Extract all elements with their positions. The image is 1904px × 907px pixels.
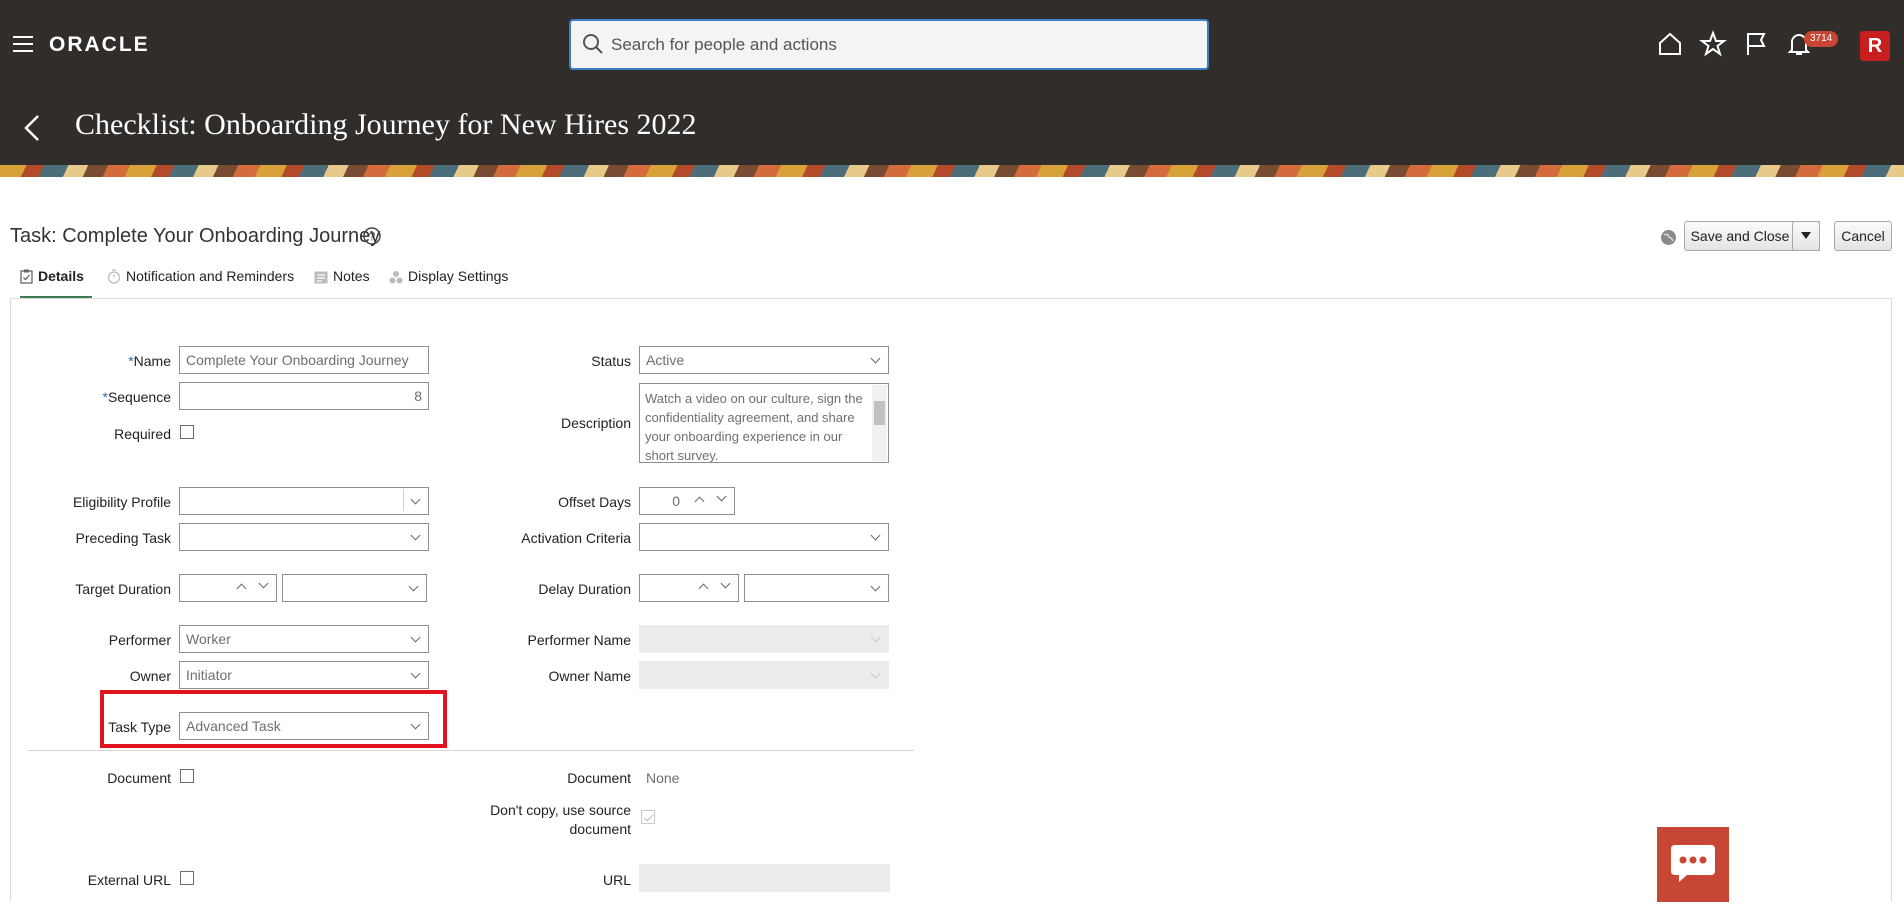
dont-copy-label-line2: document <box>569 821 631 837</box>
tab-display-settings[interactable]: Display Settings <box>389 268 508 296</box>
increment-icon[interactable] <box>236 583 247 594</box>
dont-copy-label: Don't copy, use source document <box>490 801 631 839</box>
delay-duration-unit-select[interactable] <box>744 574 889 602</box>
sequence-label-text: Sequence <box>107 389 171 405</box>
owner-label: Owner <box>129 668 171 684</box>
increment-icon[interactable] <box>698 583 709 594</box>
preceding-task-label: Preceding Task <box>75 530 171 546</box>
description-scrollbar[interactable] <box>872 385 887 461</box>
delay-duration-stepper[interactable] <box>690 575 738 601</box>
sequence-input[interactable]: 8 <box>179 382 429 410</box>
status-label: Status <box>591 353 631 369</box>
performer-select[interactable]: Worker <box>179 625 429 653</box>
chat-assistant-button[interactable] <box>1657 827 1729 902</box>
clipboard-icon <box>20 269 33 284</box>
search-input[interactable] <box>609 29 1193 61</box>
name-label: *Name <box>128 353 171 369</box>
document-label: Document <box>567 770 631 786</box>
shapes-icon <box>389 271 403 284</box>
owner-name-select <box>639 661 889 689</box>
globe-icon[interactable] <box>1660 229 1677 246</box>
name-input[interactable]: Complete Your Onboarding Journey <box>179 346 429 374</box>
tab-notes-label: Notes <box>333 268 370 284</box>
tab-details-label: Details <box>38 268 84 284</box>
tab-details[interactable]: Details <box>20 268 92 299</box>
offset-days-label: Offset Days <box>558 494 631 510</box>
favorites-star-icon[interactable] <box>1699 30 1727 58</box>
eligibility-profile-label: Eligibility Profile <box>72 494 171 510</box>
select-divider <box>403 489 404 511</box>
oracle-logo[interactable]: ORACLE <box>49 33 150 57</box>
offset-days-input[interactable]: 0 <box>639 487 735 515</box>
decrement-icon[interactable] <box>720 578 731 589</box>
dont-copy-checkbox <box>641 810 655 824</box>
decorative-banner <box>0 165 1904 177</box>
user-avatar[interactable]: R <box>1860 31 1890 61</box>
performer-name-label: Performer Name <box>527 632 631 648</box>
description-label: Description <box>560 415 631 431</box>
tab-notification-and-reminders[interactable]: Notification and Reminders <box>107 268 294 296</box>
eligibility-profile-select[interactable] <box>179 487 429 515</box>
timer-icon <box>107 269 121 284</box>
target-duration-label: Target Duration <box>75 581 171 597</box>
task-type-select[interactable]: Advanced Task <box>179 712 429 740</box>
preceding-task-select[interactable] <box>179 523 429 551</box>
task-type-label: Task Type <box>108 719 171 735</box>
home-icon[interactable] <box>1656 30 1684 58</box>
global-search[interactable] <box>569 19 1209 70</box>
tab-notification-label: Notification and Reminders <box>126 268 295 284</box>
decrement-icon[interactable] <box>716 491 727 502</box>
flag-icon[interactable] <box>1742 30 1770 58</box>
notification-count-badge: 3714 <box>1804 31 1839 47</box>
required-label: Required <box>114 426 171 442</box>
performer-name-select <box>639 625 889 653</box>
svg-text:?: ? <box>369 230 376 244</box>
performer-label: Performer <box>108 632 171 648</box>
status-select[interactable]: Active <box>639 346 889 374</box>
section-divider <box>27 750 914 751</box>
url-input <box>639 864 890 892</box>
offset-days-value: 0 <box>672 493 680 509</box>
owner-select[interactable]: Initiator <box>179 661 429 689</box>
cancel-button[interactable]: Cancel <box>1834 221 1892 251</box>
tab-display-settings-label: Display Settings <box>408 268 509 284</box>
chat-bubble-icon <box>1671 845 1715 882</box>
save-options-dropdown-button[interactable] <box>1792 221 1820 251</box>
target-duration-unit-select[interactable] <box>282 574 427 602</box>
offset-days-stepper[interactable] <box>686 488 734 514</box>
document-checkbox[interactable] <box>180 769 194 783</box>
external-url-checkbox[interactable] <box>180 871 194 885</box>
tab-notes[interactable]: Notes <box>314 268 370 296</box>
description-textarea[interactable]: Watch a video on our culture, sign the c… <box>639 383 889 463</box>
activation-criteria-select[interactable] <box>639 523 889 551</box>
increment-icon[interactable] <box>694 496 705 507</box>
save-and-close-label: Save and Close <box>1690 228 1790 244</box>
delay-duration-label: Delay Duration <box>538 581 631 597</box>
activation-criteria-label: Activation Criteria <box>521 530 631 546</box>
back-chevron-icon[interactable] <box>20 112 44 144</box>
url-label: URL <box>602 872 631 888</box>
scrollbar-thumb[interactable] <box>874 401 885 425</box>
sequence-label: *Sequence <box>102 389 171 405</box>
caret-down-icon <box>1801 232 1811 239</box>
help-icon[interactable]: ? <box>362 226 382 246</box>
target-duration-input[interactable] <box>179 574 277 602</box>
dont-copy-label-line1: Don't copy, use source <box>490 802 631 818</box>
owner-name-label: Owner Name <box>548 668 631 684</box>
note-icon <box>314 271 328 284</box>
task-title: Task: Complete Your Onboarding Journey <box>10 225 381 247</box>
global-header: ORACLE 3714 R Checklist: Onboarding Jour… <box>0 0 1904 177</box>
target-duration-stepper[interactable] <box>228 575 276 601</box>
description-text: Watch a video on our culture, sign the c… <box>645 391 863 463</box>
external-url-label: External URL <box>87 872 171 888</box>
page-title: Checklist: Onboarding Journey for New Hi… <box>75 108 697 141</box>
decrement-icon[interactable] <box>258 578 269 589</box>
document-checkbox-label: Document <box>107 770 171 786</box>
required-checkbox[interactable] <box>180 425 194 439</box>
name-label-text: Name <box>133 353 171 369</box>
delay-duration-input[interactable] <box>639 574 739 602</box>
menu-icon[interactable] <box>13 36 33 52</box>
search-icon <box>583 34 603 54</box>
document-value: None <box>646 770 680 786</box>
